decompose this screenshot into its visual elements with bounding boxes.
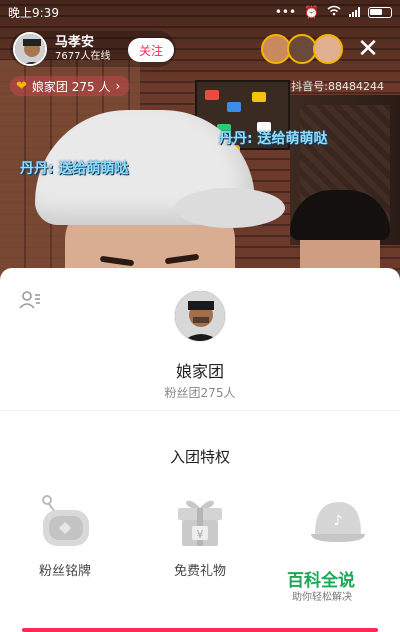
signal-icon <box>349 7 360 17</box>
top-viewers[interactable] <box>261 34 343 64</box>
privilege-cap[interactable]: ♪ <box>282 494 392 560</box>
viewer-avatar[interactable] <box>313 34 343 64</box>
status-bar: 晚上9:39 ••• ⏰ <box>0 0 400 24</box>
svg-text:¥: ¥ <box>197 528 204 541</box>
anchor-name: 马孝安 <box>55 35 95 51</box>
more-dots-icon: ••• <box>274 5 297 19</box>
badge-icon <box>35 494 95 550</box>
watermark-slogan: 助你轻松解决 <box>292 592 352 603</box>
fan-club-name: 娘家团 <box>175 362 224 381</box>
alarm-icon: ⏰ <box>304 5 319 19</box>
douyin-id: 抖音号:88484244 <box>291 80 384 93</box>
fan-club-avatar <box>174 290 226 342</box>
join-button[interactable] <box>22 628 378 632</box>
battery-icon <box>368 6 392 18</box>
anchor-avatar[interactable] <box>13 32 47 66</box>
divider <box>0 410 400 411</box>
close-icon[interactable]: ✕ <box>353 34 383 64</box>
chevron-right-icon: › <box>115 79 121 93</box>
privilege-badge[interactable]: 粉丝铭牌 <box>10 494 120 579</box>
svg-text:♪: ♪ <box>334 513 343 529</box>
heart-icon: ❤ <box>16 78 27 94</box>
fan-club-sheet: 娘家团 粉丝团275人 入团特权 粉丝铭牌 ¥ 免费礼物 ♪ 百科全说 助你轻松… <box>0 268 400 632</box>
online-count: 7677人在线 <box>55 50 111 62</box>
fan-club-badge[interactable]: ❤ 娘家团 275 人 › <box>10 76 131 96</box>
cap-icon: ♪ <box>307 494 367 550</box>
danmaku-message: 丹丹: 送给萌萌哒 <box>219 131 328 147</box>
danmaku-message: 丹丹: 送给萌萌哒 <box>20 161 129 177</box>
privilege-label: 粉丝铭牌 <box>38 564 91 579</box>
status-icons: ••• ⏰ <box>275 5 392 19</box>
privileges-title: 入团特权 <box>169 448 230 466</box>
follow-button[interactable]: 关注 <box>128 38 174 62</box>
privilege-label: 免费礼物 <box>173 564 226 579</box>
gift-icon: ¥ <box>170 494 230 550</box>
privilege-gift[interactable]: ¥ 免费礼物 <box>145 494 255 579</box>
fan-club-label: 娘家团 275 人 <box>31 79 111 94</box>
wifi-icon <box>327 5 341 19</box>
member-list-icon[interactable] <box>18 288 42 312</box>
fan-club-count: 粉丝团275人 <box>164 386 236 400</box>
status-time: 晚上9:39 <box>8 5 59 20</box>
